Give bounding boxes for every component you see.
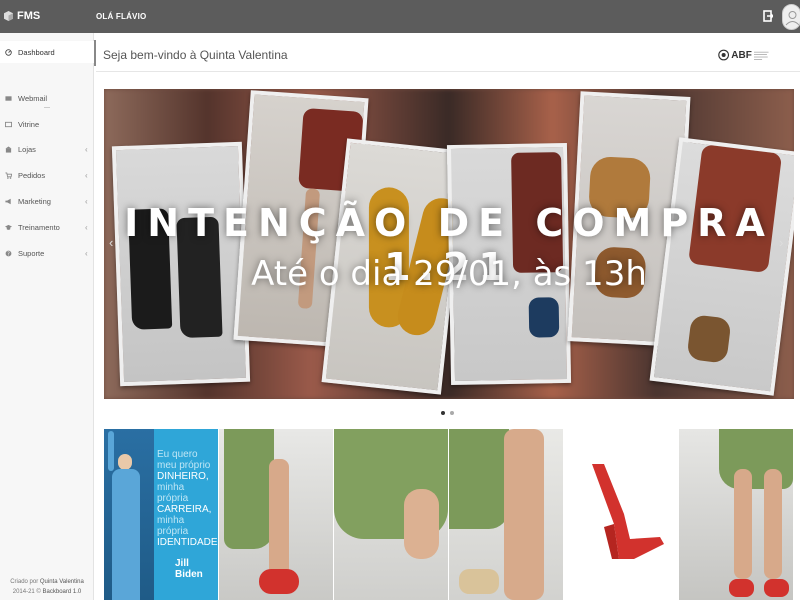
jill-photo (104, 429, 154, 600)
jill-quote-line: CARREIRA, (157, 504, 212, 515)
thumbnail-photo[interactable] (334, 429, 448, 600)
jill-quote-line: Eu quero (157, 449, 198, 460)
title-accent (94, 40, 96, 66)
thumbnail-photo[interactable] (564, 429, 678, 600)
abf-seal-icon (718, 49, 730, 61)
store-icon (5, 145, 12, 153)
sidebar-item-pedidos[interactable]: Pedidos ‹ (0, 164, 94, 186)
cart-icon (5, 171, 12, 179)
carousel-prev-arrow-icon[interactable]: ‹ (109, 235, 113, 250)
svg-text:?: ? (7, 251, 10, 257)
credits: Criado por Quinta Valentina 2014-21 © Ba… (0, 577, 94, 597)
sidebar-item-suporte[interactable]: ? Suporte ‹ (0, 242, 94, 264)
carousel-subtitle: Até o dia 29/01, às 13h (251, 254, 647, 294)
thumbnail-photo[interactable] (449, 429, 563, 600)
graduation-cap-icon (5, 224, 12, 230)
carousel-dot-1[interactable] (441, 411, 445, 415)
jill-quote-line: meu próprio (157, 460, 211, 471)
dashboard-icon (5, 48, 12, 56)
avatar[interactable] (782, 4, 800, 30)
thumbnail-jill-biden[interactable]: Eu quero meu próprio DINHEIRO, minha pró… (104, 429, 218, 600)
sidebar-item-webmail[interactable]: Webmail (0, 87, 94, 109)
sidebar-item-treinamento[interactable]: Treinamento ‹ (0, 216, 94, 238)
abf-logo-text: ABF (731, 49, 752, 61)
abf-fine-print (753, 51, 769, 60)
sidebar-item-dashboard[interactable]: Dashboard (0, 41, 94, 63)
sidebar-item-vitrine[interactable]: Vitrine (0, 113, 94, 135)
carousel-indicators (441, 411, 454, 415)
jill-quote-line: minha própria (157, 515, 189, 537)
chevron-left-icon: ‹ (85, 170, 88, 180)
sidebar-item-label: Dashboard (18, 47, 55, 57)
cube-icon (4, 11, 13, 21)
carousel-dot-2[interactable] (450, 411, 454, 415)
red-shoe-image (592, 464, 664, 559)
sidebar-item-label: Webmail (18, 93, 48, 103)
credits-years: 2014-21 © (12, 589, 41, 595)
jill-name: Jill Biden (175, 558, 203, 580)
hero-carousel[interactable]: INTENÇÃO DE COMPRA 1.21 Até o dia 29/01,… (104, 89, 794, 399)
credits-product: Backboard 1.0 (42, 589, 82, 595)
megaphone-icon (5, 198, 11, 204)
jill-quote: Eu quero meu próprio DINHEIRO, minha pró… (157, 449, 218, 548)
chevron-left-icon: ‹ (85, 144, 88, 154)
credits-company-link[interactable]: Quinta Valentina (40, 579, 84, 585)
mail-icon (5, 95, 12, 101)
jill-quote-line: DINHEIRO, (157, 471, 209, 482)
sidebar-item-label: Marketing (18, 196, 51, 206)
sidebar-item-label: Suporte (18, 248, 45, 258)
sidebar-item-label: Pedidos (18, 170, 46, 180)
thumbnail-photo[interactable] (679, 429, 793, 600)
user-greeting: OLÁ FLÁVIO (96, 12, 147, 21)
credits-prefix: Criado por (10, 579, 39, 585)
sidebar-item-marketing[interactable]: Marketing ‹ (0, 190, 94, 212)
sidebar-item-label: Treinamento (18, 222, 60, 232)
header-divider (96, 71, 800, 72)
sidebar-item-lojas[interactable]: Lojas ‹ (0, 138, 94, 160)
brand-label: FMS (17, 10, 41, 22)
sidebar: Dashboard Webmail Vitrine Lojas ‹ Pedido… (0, 33, 94, 600)
logout-icon[interactable] (763, 10, 773, 22)
top-bar: FMS OLÁ FLÁVIO (0, 0, 800, 33)
brand[interactable]: FMS (4, 10, 40, 22)
user-icon (785, 11, 800, 26)
chevron-left-icon: ‹ (85, 248, 88, 258)
help-icon: ? (5, 250, 12, 257)
showcase-icon (5, 121, 12, 127)
abf-logo: ABF (718, 44, 770, 66)
chevron-left-icon: ‹ (85, 196, 88, 206)
jill-quote-line: IDENTIDADE (157, 537, 218, 548)
page-title: Seja bem-vindo à Quinta Valentina (103, 48, 288, 62)
thumbnail-photo[interactable] (219, 429, 333, 600)
chevron-left-icon: ‹ (85, 222, 88, 232)
sidebar-item-label: Vitrine (18, 119, 40, 129)
sidebar-item-label: Lojas (18, 144, 36, 154)
carousel-next-arrow-icon[interactable]: › (779, 235, 783, 250)
jill-quote-line: minha própria (157, 482, 189, 504)
